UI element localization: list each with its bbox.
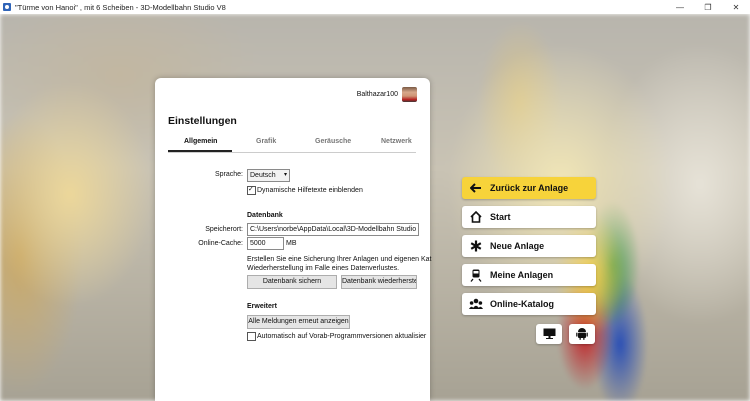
maximize-button[interactable]: ❐ — [694, 0, 722, 14]
user-info: Balthazar100 — [357, 87, 417, 102]
my-layouts-button[interactable]: Meine Anlagen — [462, 264, 596, 286]
online-catalog-label: Online-Katalog — [490, 299, 555, 309]
database-heading: Datenbank — [247, 212, 283, 219]
tab-allgemein[interactable]: Allgemein — [184, 138, 217, 145]
minimize-button[interactable]: — — [666, 0, 694, 14]
app-icon — [3, 3, 11, 11]
language-value: Deutsch — [250, 172, 276, 179]
cache-unit: MB — [286, 240, 297, 247]
my-layouts-label: Meine Anlagen — [490, 270, 554, 280]
avatar[interactable] — [402, 87, 417, 102]
tab-grafik[interactable]: Grafik — [256, 138, 276, 145]
monitor-button[interactable] — [536, 324, 562, 344]
location-field[interactable]: C:\Users\norbe\AppData\Local\3D-Modellba… — [247, 223, 419, 236]
asterisk-icon — [469, 239, 483, 253]
start-label: Start — [490, 212, 511, 222]
tab-geraeusche[interactable]: Geräusche — [315, 138, 351, 145]
location-label: Speicherort: — [205, 226, 243, 233]
settings-dialog: Balthazar100 Einstellungen Allgemein Gra… — [155, 78, 432, 401]
monitor-icon — [543, 328, 556, 341]
username: Balthazar100 — [356, 91, 398, 98]
dynamic-help-label: Dynamische Hilfetexte einblenden — [257, 187, 363, 194]
backup-text-line-2: Wiederherstellung im Falle eines Datenve… — [247, 265, 400, 272]
restore-database-button[interactable]: Datenbank wiederherstel — [341, 275, 417, 289]
new-layout-label: Neue Anlage — [490, 241, 545, 251]
auto-update-checkbox[interactable] — [247, 332, 256, 341]
start-button[interactable]: Start — [462, 206, 596, 228]
window-title: "Türme von Hanoi" , mit 6 Scheiben - 3D-… — [15, 2, 226, 12]
back-to-layout-button[interactable]: Zurück zur Anlage — [462, 177, 596, 199]
people-icon — [469, 297, 483, 311]
auto-update-label: Automatisch auf Vorab-Programmversionen … — [257, 333, 427, 340]
chevron-down-icon: ▾ — [283, 172, 287, 178]
show-all-messages-button[interactable]: Alle Meldungen erneut anzeigen — [247, 315, 350, 329]
android-icon — [576, 327, 588, 342]
language-select[interactable]: Deutsch ▾ — [247, 169, 290, 182]
backup-text-line-1: Erstellen Sie eine Sicherung Ihrer Anlag… — [247, 256, 432, 263]
back-to-layout-label: Zurück zur Anlage — [490, 183, 569, 193]
home-icon — [469, 210, 483, 224]
tab-netzwerk[interactable]: Netzwerk — [381, 138, 412, 145]
settings-tabs: Allgemein Grafik Geräusche Netzwerk — [168, 138, 416, 153]
train-icon — [469, 268, 483, 282]
new-layout-button[interactable]: Neue Anlage — [462, 235, 596, 257]
language-label: Sprache: — [214, 171, 243, 178]
backup-database-button[interactable]: Datenbank sichern — [247, 275, 337, 289]
dynamic-help-checkbox[interactable] — [247, 185, 256, 195]
online-catalog-button[interactable]: Online-Katalog — [462, 293, 596, 315]
cache-field[interactable]: 5000 — [247, 237, 284, 250]
window-titlebar: "Türme von Hanoi" , mit 6 Scheiben - 3D-… — [0, 0, 750, 14]
page-title: Einstellungen — [168, 115, 237, 127]
close-button[interactable]: ✕ — [722, 0, 750, 14]
android-button[interactable] — [569, 324, 595, 344]
active-tab-indicator — [168, 150, 232, 152]
cache-label: Online-Cache: — [198, 240, 243, 247]
arrow-left-icon — [469, 181, 483, 195]
advanced-heading: Erweitert — [247, 303, 277, 310]
